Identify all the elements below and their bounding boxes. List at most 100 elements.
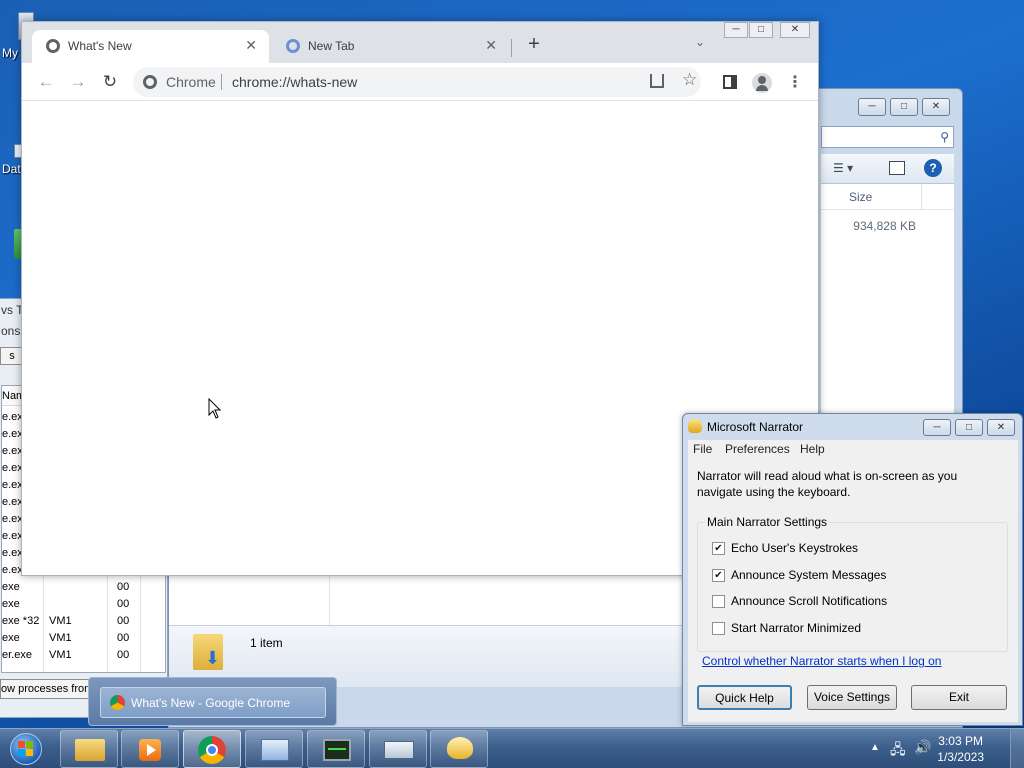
tab-whats-new[interactable]: What's New ✕ [32, 30, 269, 63]
checkbox-label: Echo User's Keystrokes [731, 541, 859, 555]
checkbox-announce-scroll[interactable]: Announce Scroll Notifications [712, 594, 1002, 610]
taskbar: ▲ 🖧 🔊 3:03 PM 1/3/2023 [0, 728, 1024, 768]
checkbox-box[interactable]: ✔ [712, 542, 725, 555]
clock[interactable]: 3:03 PM 1/3/2023 [937, 733, 984, 765]
folder-icon: ⬇ [193, 634, 223, 670]
close-button[interactable]: ✕ [922, 98, 950, 116]
side-panel-icon[interactable] [719, 72, 741, 94]
checkbox-start-minimized[interactable]: Start Narrator Minimized [712, 621, 1002, 637]
task-manager-tab[interactable]: ons [1, 324, 20, 338]
taskbar-media-player[interactable] [121, 730, 179, 768]
file-size-value: 934,828 KB [853, 219, 916, 233]
checkbox-box[interactable] [712, 622, 725, 635]
clock-date: 1/3/2023 [937, 750, 984, 764]
desktop-icon-label: My [2, 46, 18, 60]
help-icon[interactable]: ? [924, 159, 942, 177]
tab-search-chevron-icon[interactable]: ⌄ [690, 35, 710, 55]
maximize-button[interactable]: □ [890, 98, 918, 116]
preview-pane-icon[interactable] [889, 161, 905, 175]
reload-icon[interactable]: ↻ [98, 71, 122, 93]
back-arrow-icon[interactable]: ← [34, 71, 58, 93]
quick-help-button[interactable]: Quick Help [697, 685, 792, 710]
chrome-toolbar: ← → ↻ Chrome chrome://whats-new ☆ ⋮ [22, 63, 818, 101]
network-icon[interactable]: 🖧 [890, 739, 906, 763]
chrome-favicon-icon [46, 39, 60, 53]
column-divider [921, 184, 922, 210]
voice-settings-button[interactable]: Voice Settings [807, 685, 897, 710]
omnibox-divider [221, 74, 222, 90]
search-icon: ⚲ [940, 130, 949, 144]
control-panel-icon [261, 739, 289, 761]
minimize-button[interactable]: ─ [923, 419, 951, 436]
narrator-description: Narrator will read aloud what is on-scre… [697, 469, 958, 499]
table-row[interactable]: exe *32 VM1 00 [2, 613, 165, 630]
minimize-button[interactable]: ─ [858, 98, 886, 116]
tab-title: New Tab [308, 39, 355, 53]
tab-title: What's New [68, 39, 132, 53]
search-box[interactable]: ⚲ [821, 126, 954, 148]
maximize-button[interactable]: □ [749, 22, 773, 38]
cell-name: er.exe [2, 649, 32, 661]
cell-user: VM1 [49, 632, 72, 644]
checkbox-label: Announce System Messages [731, 568, 887, 582]
desktop-icon-label: Dat [2, 162, 21, 176]
show-desktop-button[interactable] [1010, 729, 1024, 768]
thumbnail-item[interactable]: What's New - Google Chrome [100, 687, 326, 718]
cell-name: exe [2, 598, 20, 610]
cell-name: exe *32 [2, 615, 40, 627]
startup-settings-link[interactable]: Control whether Narrator starts when I l… [702, 654, 941, 668]
checkbox-announce-system-messages[interactable]: ✔ Announce System Messages [712, 568, 1002, 584]
cell-name: exe [2, 632, 20, 644]
tab-new-tab[interactable]: New Tab ✕ [272, 30, 509, 63]
narrator-icon [447, 737, 473, 759]
table-row[interactable]: exe 00 [2, 579, 165, 596]
taskbar-narrator[interactable] [430, 730, 488, 768]
minimize-button[interactable]: ─ [724, 22, 748, 38]
taskbar-on-screen-keyboard[interactable] [369, 730, 427, 768]
tab-strip: What's New ✕ New Tab ✕ + ⌄ ─ □ ✕ [22, 22, 818, 63]
start-button[interactable] [4, 731, 48, 767]
table-row[interactable]: er.exe VM1 00 [2, 647, 165, 664]
taskbar-thumbnail[interactable]: What's New - Google Chrome [88, 677, 337, 726]
menu-preferences[interactable]: Preferences [725, 442, 790, 456]
omnibox[interactable]: Chrome chrome://whats-new ☆ [133, 67, 701, 97]
close-tab-icon[interactable]: ✕ [245, 37, 257, 54]
taskbar-control-panel[interactable] [245, 730, 303, 768]
taskbar-explorer[interactable] [60, 730, 118, 768]
main-settings-group: Main Narrator Settings ✔ Echo User's Key… [697, 515, 1008, 652]
bookmark-star-icon[interactable]: ☆ [682, 70, 697, 90]
checkbox-box[interactable] [712, 595, 725, 608]
maximize-button[interactable]: □ [955, 419, 983, 436]
views-icon[interactable]: ☰ ▾ [833, 161, 853, 175]
close-tab-icon[interactable]: ✕ [485, 37, 497, 54]
forward-arrow-icon[interactable]: → [66, 71, 90, 93]
cell-cpu: 00 [117, 615, 130, 627]
menu-kebab-icon[interactable]: ⋮ [784, 72, 806, 94]
exit-button[interactable]: Exit [911, 685, 1007, 710]
thumbnail-title: What's New - Google Chrome [131, 696, 291, 710]
show-hidden-icons-icon[interactable]: ▲ [870, 742, 880, 753]
omnibox-url: chrome://whats-new [232, 74, 358, 90]
clock-time: 3:03 PM [938, 734, 983, 748]
taskbar-chrome[interactable] [183, 730, 241, 768]
menu-help[interactable]: Help [800, 442, 825, 456]
table-row[interactable]: exe 00 [2, 596, 165, 613]
menu-file[interactable]: File [693, 442, 712, 456]
close-button[interactable]: ✕ [987, 419, 1015, 436]
explorer-toolbar: ☰ ▾ ? [821, 154, 954, 184]
volume-icon[interactable]: 🔊 [914, 739, 931, 756]
column-size-label: Size [849, 190, 873, 204]
new-tab-button[interactable]: + [523, 34, 545, 56]
taskbar-task-manager[interactable] [307, 730, 365, 768]
cell-cpu: 00 [117, 598, 130, 610]
tab-separator [511, 39, 512, 57]
profile-avatar-icon[interactable] [751, 72, 773, 94]
table-row[interactable]: exe VM1 00 [2, 630, 165, 647]
narrator-menubar: File Preferences Help [688, 440, 1018, 460]
column-header-size[interactable]: Size [821, 184, 954, 210]
checkbox-echo-keystrokes[interactable]: ✔ Echo User's Keystrokes [712, 541, 1002, 557]
cell-cpu: 00 [117, 581, 130, 593]
close-button[interactable]: ✕ [780, 22, 810, 38]
checkbox-box[interactable]: ✔ [712, 569, 725, 582]
share-icon[interactable] [650, 74, 664, 88]
